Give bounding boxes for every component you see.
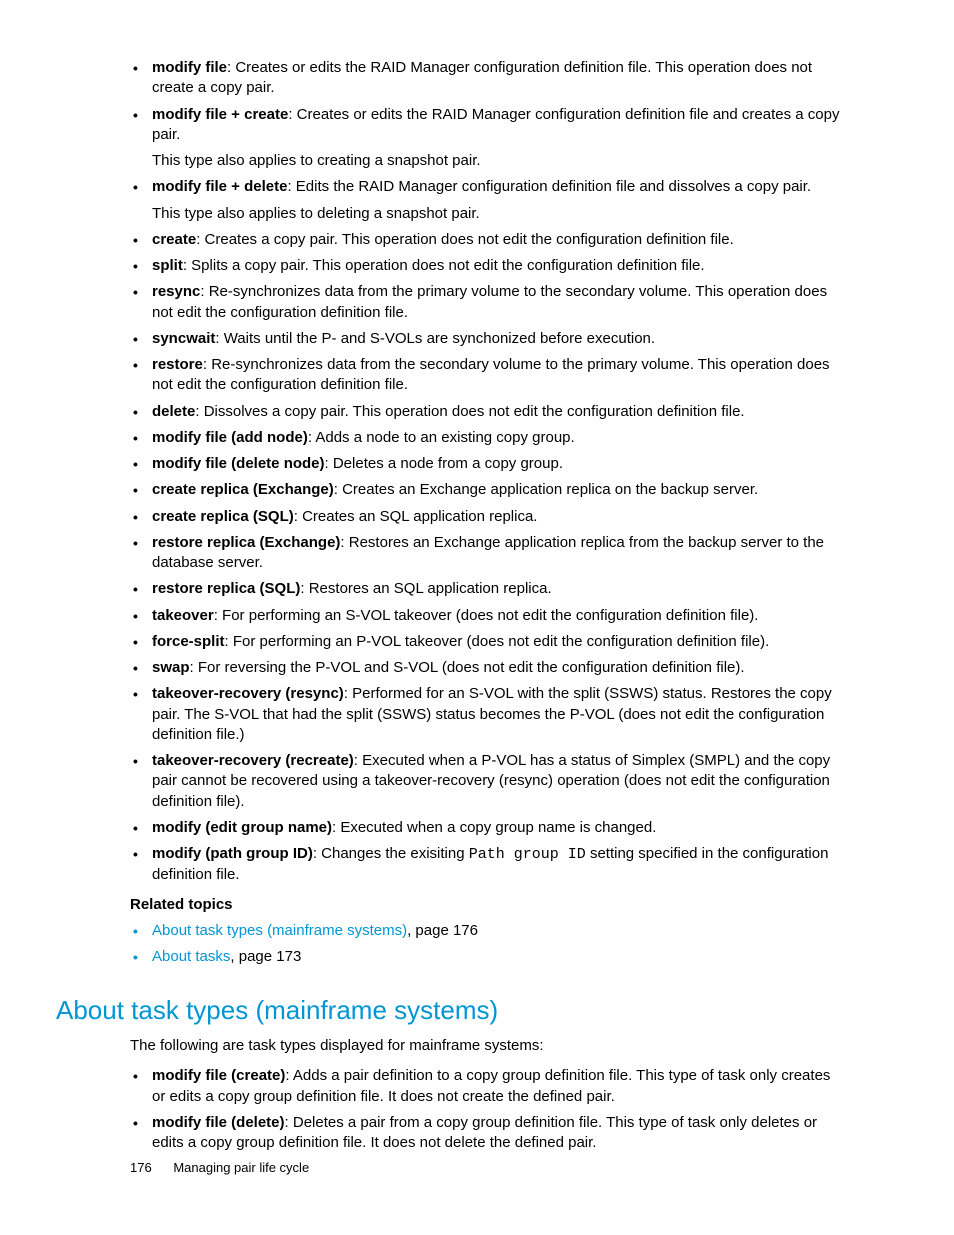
desc: : Creates or edits the RAID Manager conf… <box>152 59 812 96</box>
list-item: modify file + create: Creates or edits t… <box>130 105 846 146</box>
list-item: modify file (add node): Adds a node to a… <box>130 428 846 448</box>
term: create replica (SQL) <box>152 508 294 525</box>
list-item: create replica (Exchange): Creates an Ex… <box>130 480 846 500</box>
list-item: modify file: Creates or edits the RAID M… <box>130 58 846 99</box>
desc: : Creates an SQL application replica. <box>294 508 538 525</box>
list-item: modify file (create): Adds a pair defini… <box>130 1066 846 1107</box>
term: modify (edit group name) <box>152 819 332 836</box>
list-item: modify (path group ID): Changes the exis… <box>130 844 846 886</box>
footer-title: Managing pair life cycle <box>173 1160 309 1175</box>
term: restore replica (SQL) <box>152 580 300 597</box>
list-item: takeover-recovery (recreate): Executed w… <box>130 751 846 812</box>
related-topics-list: About task types (mainframe systems), pa… <box>130 921 846 968</box>
list-item: swap: For reversing the P-VOL and S-VOL … <box>130 658 846 678</box>
desc: : For performing an P-VOL takeover (does… <box>225 633 770 650</box>
term: swap <box>152 659 190 676</box>
list-item: modify file (delete): Deletes a pair fro… <box>130 1113 846 1154</box>
desc: : Edits the RAID Manager configuration d… <box>287 178 811 195</box>
related-link-item: About task types (mainframe systems), pa… <box>130 921 846 941</box>
list-item: syncwait: Waits until the P- and S-VOLs … <box>130 329 846 349</box>
list-item: force-split: For performing an P-VOL tak… <box>130 632 846 652</box>
link[interactable]: About tasks <box>152 948 230 965</box>
desc-pre: : Changes the exisiting <box>313 845 469 862</box>
list-item: takeover: For performing an S-VOL takeov… <box>130 606 846 626</box>
link-suffix: , page 173 <box>230 948 301 965</box>
task-types-list: modify file: Creates or edits the RAID M… <box>130 58 846 886</box>
page-footer: 176 Managing pair life cycle <box>130 1160 309 1175</box>
term: restore <box>152 356 203 373</box>
section-intro: The following are task types displayed f… <box>130 1036 846 1056</box>
mainframe-task-types-list: modify file (create): Adds a pair defini… <box>130 1066 846 1153</box>
extra-note: This type also applies to creating a sna… <box>130 151 846 171</box>
list-item: restore: Re-synchronizes data from the s… <box>130 355 846 396</box>
desc: : Deletes a node from a copy group. <box>325 455 563 472</box>
related-topics-heading: Related topics <box>130 896 846 913</box>
term: modify (path group ID) <box>152 845 313 862</box>
term: takeover-recovery (recreate) <box>152 752 354 769</box>
list-item: create replica (SQL): Creates an SQL app… <box>130 507 846 527</box>
term: resync <box>152 283 200 300</box>
code-literal: Path group ID <box>469 846 586 863</box>
list-item: modify file + delete: Edits the RAID Man… <box>130 177 846 197</box>
list-item: split: Splits a copy pair. This operatio… <box>130 256 846 276</box>
list-item: takeover-recovery (resync): Performed fo… <box>130 684 846 745</box>
desc: : Re-synchronizes data from the primary … <box>152 283 827 320</box>
desc: : For performing an S-VOL takeover (does… <box>214 607 759 624</box>
term: delete <box>152 403 195 420</box>
list-item: modify file (delete node): Deletes a nod… <box>130 454 846 474</box>
list-item: modify (edit group name): Executed when … <box>130 818 846 838</box>
desc: : Executed when a copy group name is cha… <box>332 819 656 836</box>
related-link-item: About tasks, page 173 <box>130 947 846 967</box>
term: modify file (add node) <box>152 429 308 446</box>
desc: : Adds a node to an existing copy group. <box>308 429 575 446</box>
link-suffix: , page 176 <box>407 922 478 939</box>
term: takeover <box>152 607 214 624</box>
term: modify file + create <box>152 106 288 123</box>
page-number: 176 <box>130 1160 152 1175</box>
term: split <box>152 257 183 274</box>
list-item: create: Creates a copy pair. This operat… <box>130 230 846 250</box>
desc: : Splits a copy pair. This operation doe… <box>183 257 705 274</box>
desc: : Restores an SQL application replica. <box>300 580 551 597</box>
desc: : Creates a copy pair. This operation do… <box>196 231 734 248</box>
list-item: restore replica (SQL): Restores an SQL a… <box>130 579 846 599</box>
term: syncwait <box>152 330 215 347</box>
term: modify file (delete node) <box>152 455 325 472</box>
desc: : Re-synchronizes data from the secondar… <box>152 356 830 393</box>
desc: : Waits until the P- and S-VOLs are sync… <box>215 330 655 347</box>
list-item: resync: Re-synchronizes data from the pr… <box>130 282 846 323</box>
term: force-split <box>152 633 225 650</box>
list-item: delete: Dissolves a copy pair. This oper… <box>130 402 846 422</box>
term: modify file (delete) <box>152 1114 285 1131</box>
list-item: restore replica (Exchange): Restores an … <box>130 533 846 574</box>
link[interactable]: About task types (mainframe systems) <box>152 922 407 939</box>
section-heading-mainframe: About task types (mainframe systems) <box>56 995 846 1026</box>
desc: : Creates an Exchange application replic… <box>334 481 758 498</box>
extra-note: This type also applies to deleting a sna… <box>130 204 846 224</box>
term: modify file (create) <box>152 1067 285 1084</box>
desc: : Dissolves a copy pair. This operation … <box>195 403 744 420</box>
term: create <box>152 231 196 248</box>
term: create replica (Exchange) <box>152 481 334 498</box>
term: modify file + delete <box>152 178 287 195</box>
desc: : For reversing the P-VOL and S-VOL (doe… <box>190 659 745 676</box>
term: modify file <box>152 59 227 76</box>
term: restore replica (Exchange) <box>152 534 340 551</box>
term: takeover-recovery (resync) <box>152 685 344 702</box>
